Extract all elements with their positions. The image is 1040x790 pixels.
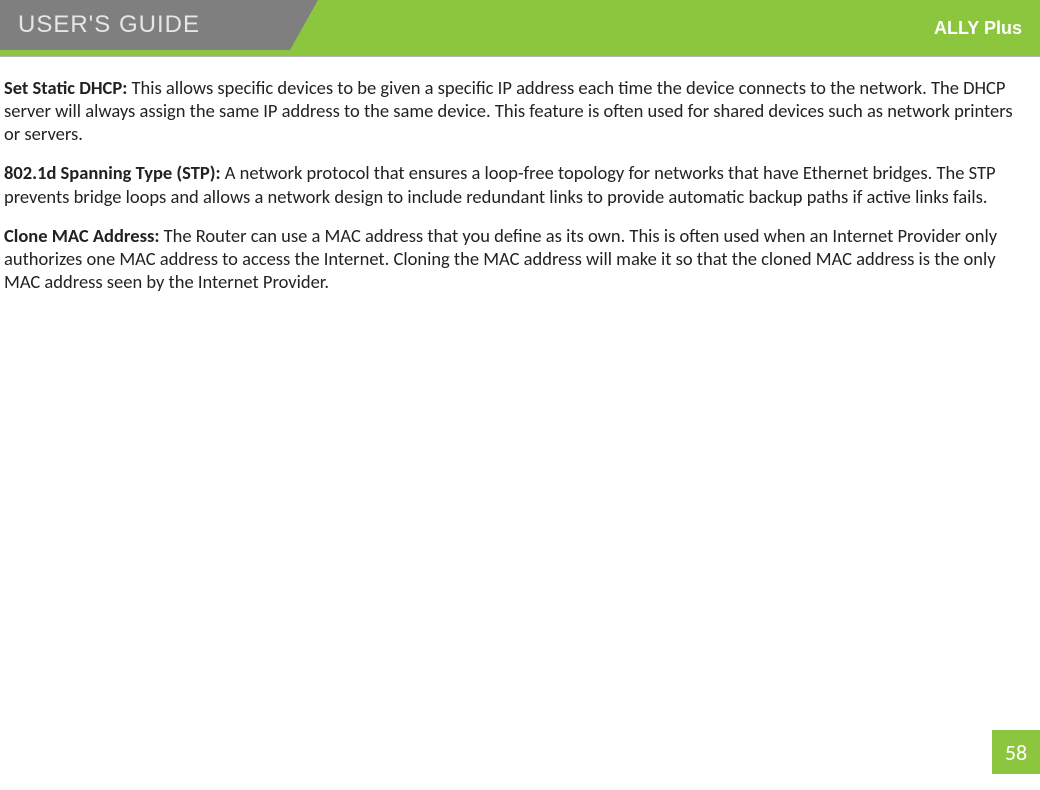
section-label: Clone MAC Address: <box>4 224 159 247</box>
section-label: Set Static DHCP: <box>4 76 127 99</box>
header-divider <box>0 56 1040 57</box>
section-static-dhcp: Set Static DHCP: This allows specific de… <box>4 76 1030 145</box>
header-brand: ALLY Plus <box>934 0 1022 56</box>
header-title: USER'S GUIDE <box>18 11 200 39</box>
section-text: This allows specific devices to be given… <box>4 76 1013 145</box>
page-header: USER'S GUIDE ALLY Plus <box>0 0 1040 56</box>
content-area: Set Static DHCP: This allows specific de… <box>0 56 1040 293</box>
section-clone-mac: Clone MAC Address: The Router can use a … <box>4 224 1030 293</box>
page-number: 58 <box>992 730 1040 774</box>
header-tab: USER'S GUIDE <box>0 0 290 50</box>
section-stp: 802.1d Spanning Type (STP): A network pr… <box>4 161 1030 207</box>
page-number-value: 58 <box>1005 739 1027 766</box>
section-label: 802.1d Spanning Type (STP): <box>4 161 221 184</box>
